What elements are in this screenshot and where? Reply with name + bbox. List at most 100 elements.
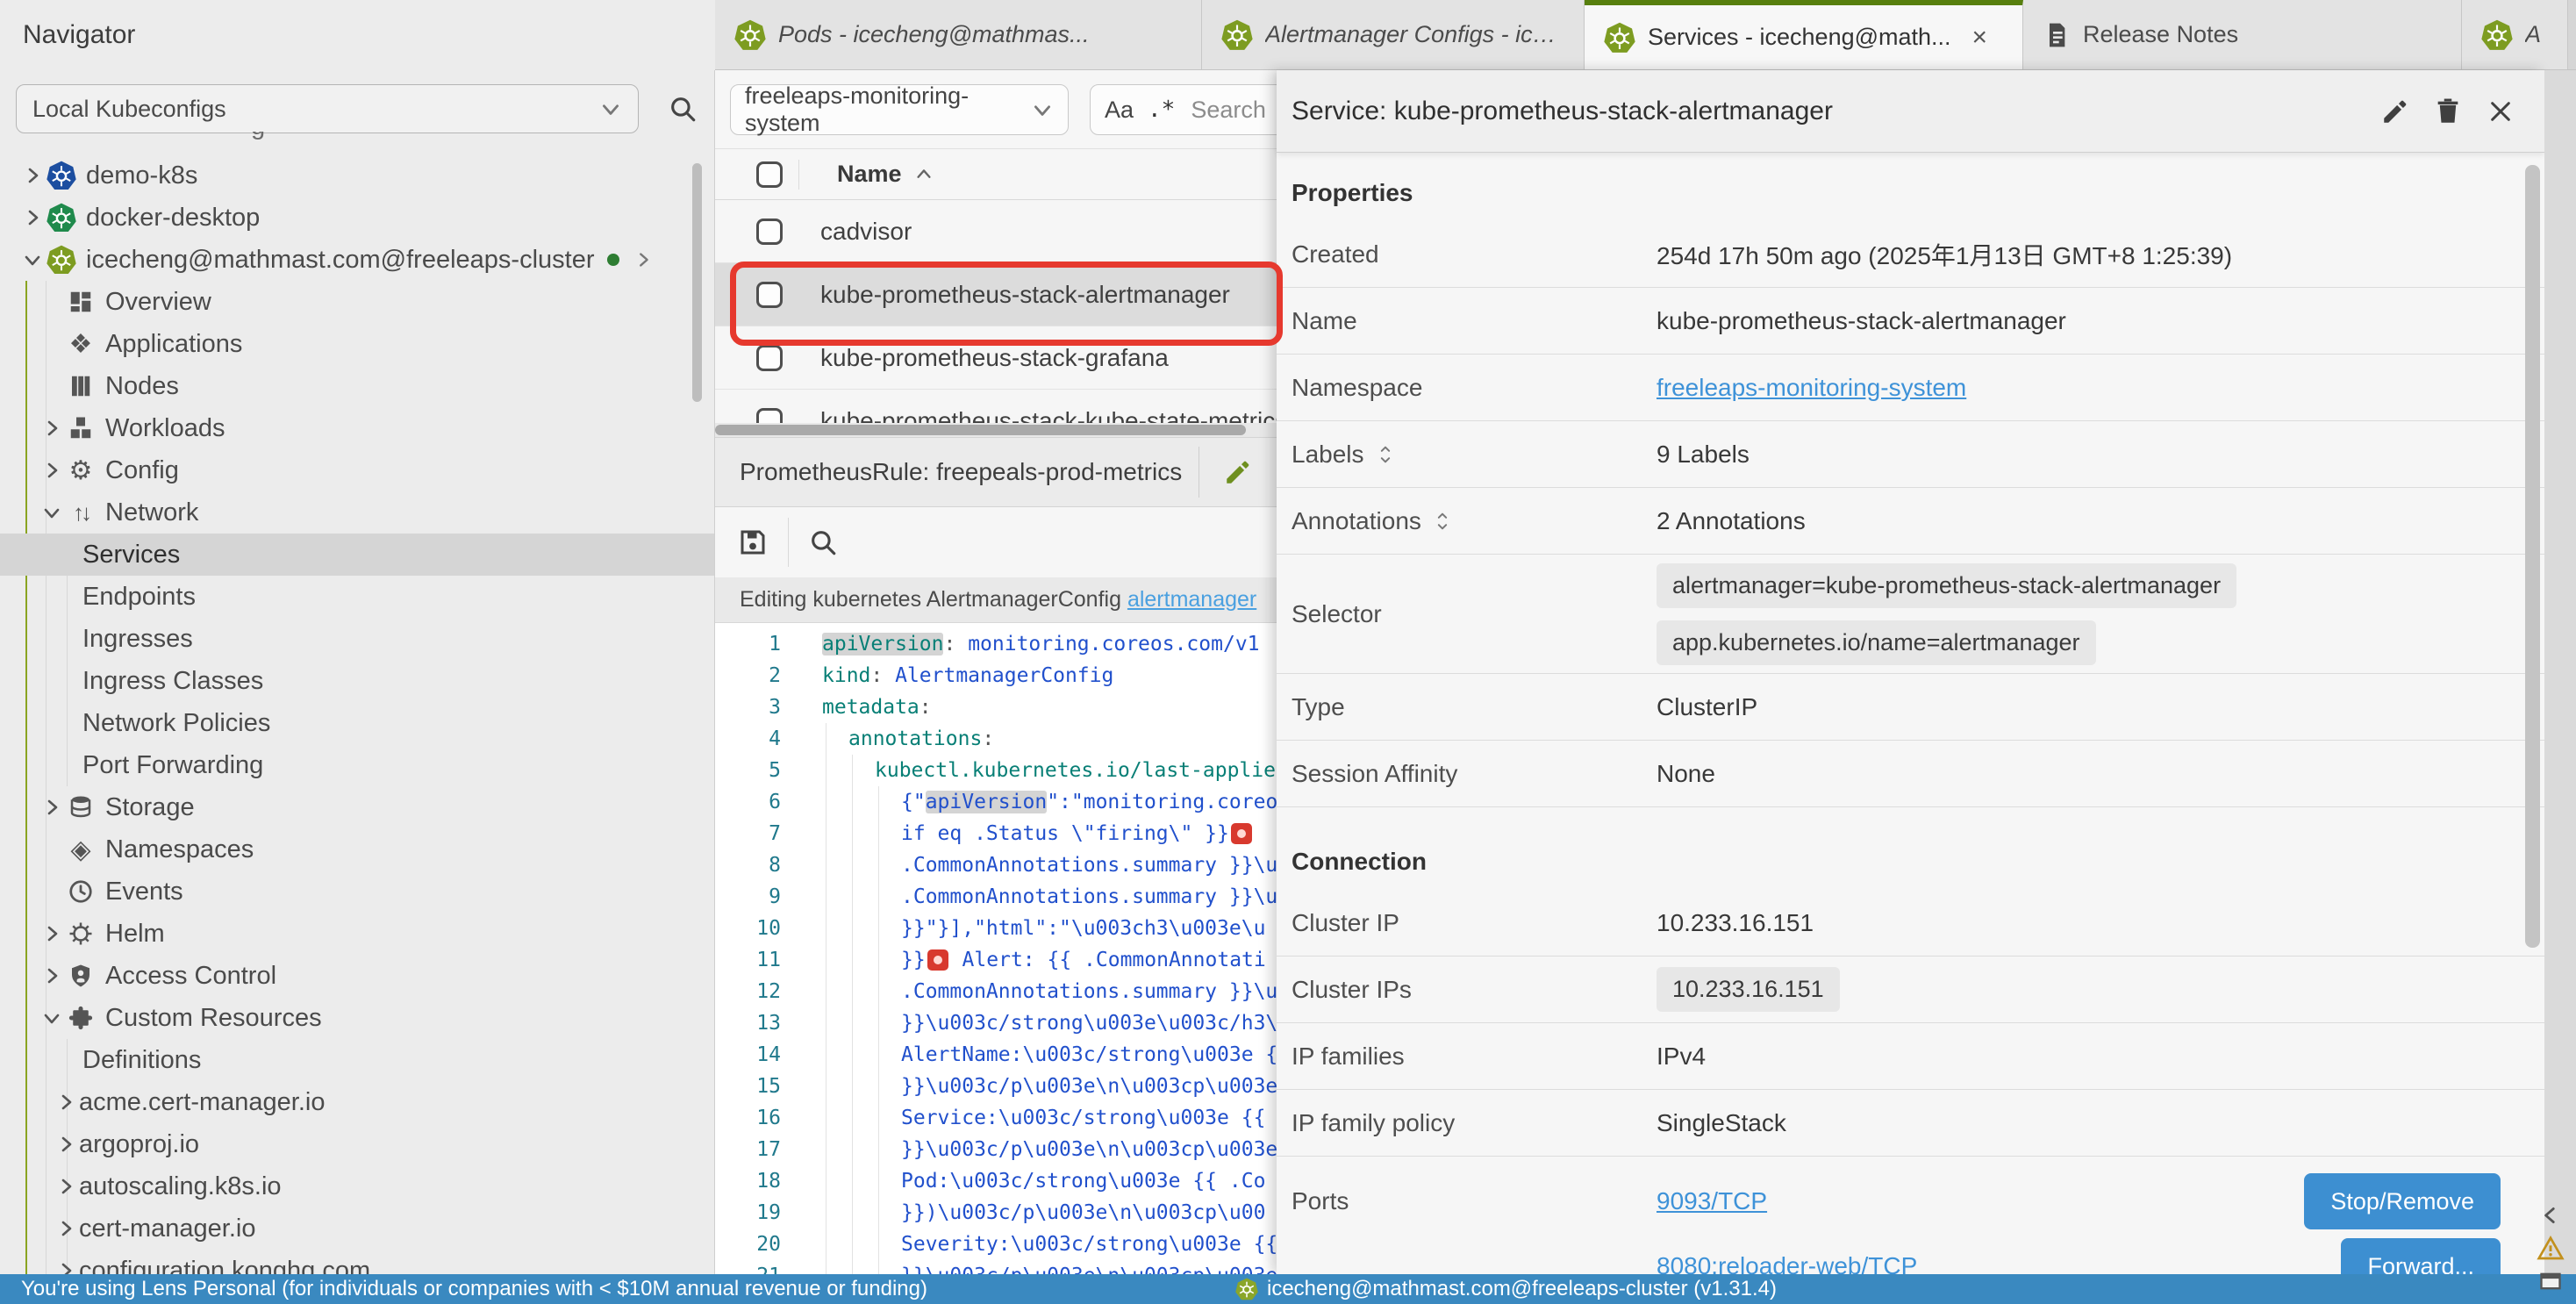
sidebar-item-config[interactable]: ⚙Config (0, 449, 715, 491)
row-checkbox[interactable] (756, 345, 783, 371)
chevron-right-icon[interactable] (19, 165, 46, 186)
sidebar-item-autoscaling-k8s-io[interactable]: autoscaling.k8s.io (0, 1165, 715, 1207)
kubeconfig-select[interactable]: Local Kubeconfigs (16, 84, 639, 133)
warning-icon[interactable] (2537, 1234, 2565, 1262)
sidebar-item-acme-cert-manager-io[interactable]: acme.cert-manager.io (0, 1081, 715, 1123)
chevron-left-icon[interactable] (2539, 1204, 2562, 1227)
search-input[interactable] (1189, 96, 1277, 125)
code-line: 21}}\u003c/p\u003e\n\u003cp\u003e (715, 1260, 1277, 1274)
chevron-right-icon[interactable] (39, 923, 65, 944)
yaml-editor[interactable]: 1apiVersion: monitoring.coreos.com/v12ki… (715, 623, 1277, 1274)
chevron-right-icon[interactable] (53, 1134, 79, 1155)
chevron-right-icon[interactable] (19, 207, 46, 228)
tab-Alertmanager Configs - icec...[interactable]: Alertmanager Configs - icec... (1202, 0, 1585, 69)
chevron-down-icon[interactable] (19, 249, 46, 270)
match-case-toggle[interactable]: Aa (1105, 97, 1134, 124)
sidebar-item-label: Services (82, 541, 180, 570)
edit-pencil-icon[interactable] (1199, 457, 1277, 487)
k8s-green-icon (46, 203, 77, 233)
sidebar-item-argoproj-io[interactable]: argoproj.io (0, 1123, 715, 1165)
close-icon[interactable] (2474, 97, 2527, 125)
sidebar-item-network-policies[interactable]: Network Policies (0, 702, 715, 744)
sidebar-item-services[interactable]: Services (0, 534, 715, 576)
search-icon[interactable] (808, 527, 838, 557)
sidebar-item-docker-desktop[interactable]: docker-desktop (0, 197, 715, 239)
chevron-right-icon[interactable] (39, 965, 65, 986)
k8s-blue-icon (46, 161, 77, 190)
namespace-select[interactable]: freeleaps-monitoring-system (730, 84, 1069, 135)
chevron-right-icon[interactable] (39, 460, 65, 481)
chevron-right-icon[interactable] (53, 1218, 79, 1239)
row-checkbox[interactable] (756, 282, 783, 308)
sidebar-scrollbar[interactable] (692, 163, 702, 402)
tab-A[interactable]: A (2462, 0, 2568, 69)
sidebar-item-endpoints[interactable]: Endpoints (0, 576, 715, 618)
tab-Pods - icecheng@mathmas...[interactable]: Pods - icecheng@mathmas... (715, 0, 1202, 69)
port-link[interactable]: 9093/TCP (1657, 1187, 1767, 1215)
sidebar-item-network[interactable]: ↑↓Network (0, 491, 715, 534)
chevron-right-icon[interactable] (39, 797, 65, 818)
row-checkbox[interactable] (756, 219, 783, 245)
sidebar-item-workloads[interactable]: Workloads (0, 407, 715, 449)
search-icon[interactable] (667, 93, 698, 125)
chevron-down-icon[interactable] (39, 502, 65, 523)
namespace-link[interactable]: freeleaps-monitoring-system (1657, 374, 1966, 402)
sidebar-item-ingress-classes[interactable]: Ingress Classes (0, 660, 715, 702)
sidebar-item-demo-k8s[interactable]: demo-k8s (0, 154, 715, 197)
save-icon[interactable] (737, 527, 769, 558)
sidebar-item-port-forwarding[interactable]: Port Forwarding (0, 744, 715, 786)
sidebar-item-overview[interactable]: Overview (0, 281, 715, 323)
terminal-dock-icon[interactable] (2538, 1269, 2563, 1293)
indent-guide (852, 755, 853, 1274)
select-all-checkbox[interactable] (756, 161, 783, 188)
stop-remove-button[interactable]: Stop/Remove (2304, 1173, 2501, 1229)
sidebar-item-cert-manager-io[interactable]: cert-manager.io (0, 1207, 715, 1250)
editing-banner-link[interactable]: alertmanager (1127, 587, 1256, 612)
sidebar-item-storage[interactable]: Storage (0, 786, 715, 828)
service-name: cadvisor (820, 218, 912, 246)
chevron-right-icon[interactable] (53, 1176, 79, 1197)
sidebar-item-events[interactable]: Events (0, 871, 715, 913)
port-link[interactable]: 8080:reloader-web/TCP (1657, 1252, 1917, 1274)
table-row-kube-prometheus-stack-grafana[interactable]: kube-prometheus-stack-grafana (715, 326, 1277, 390)
edit-pencil-icon[interactable] (2369, 97, 2422, 126)
sidebar-item-helm[interactable]: Helm (0, 913, 715, 955)
code-text: AlertName:\u003c/strong\u003e {{ (901, 1043, 1277, 1066)
sidebar-item-icecheng-mathmast-com-freeleaps-cluster[interactable]: icecheng@mathmast.com@freeleaps-cluster (0, 239, 715, 281)
regex-toggle[interactable]: .* (1148, 97, 1175, 123)
port-row: Ports9093/TCPStop/Remove (1292, 1169, 2501, 1234)
sidebar-item-namespaces[interactable]: ◈Namespaces (0, 828, 715, 871)
editor-toolbar (715, 507, 1277, 577)
close-tab-icon[interactable]: × (1972, 25, 1988, 51)
tab-Services - icecheng@math...[interactable]: Services - icecheng@math...× (1585, 0, 2023, 69)
detail-row-created: Created254d 17h 50m ago (2025年1月13日 GMT+… (1277, 221, 2544, 288)
chevron-down-icon[interactable] (39, 1007, 65, 1028)
sidebar-item-definitions[interactable]: Definitions (0, 1039, 715, 1081)
chevron-right-icon[interactable] (39, 418, 65, 439)
sort-updown-icon[interactable] (1377, 443, 1394, 466)
forward-button[interactable]: Forward... (2341, 1238, 2501, 1274)
drawer-scrollbar[interactable] (2525, 165, 2540, 948)
sidebar-item-custom-resources[interactable]: Custom Resources (0, 997, 715, 1039)
tab-label: A (2525, 21, 2541, 48)
sort-updown-icon[interactable] (1434, 510, 1451, 533)
sidebar-item-applications[interactable]: ❖Applications (0, 323, 715, 365)
column-header-name[interactable]: Name (837, 161, 934, 188)
detail-row-cluster-ips: Cluster IPs10.233.16.151 (1277, 957, 2544, 1023)
delete-trash-icon[interactable] (2422, 97, 2474, 126)
horizontal-scrollbar[interactable] (715, 423, 1277, 437)
code-text: kubectl.kubernetes.io/last-applied-confi… (875, 759, 1277, 782)
tab-Release Notes[interactable]: Release Notes (2023, 0, 2462, 69)
chevron-right-icon[interactable] (633, 250, 653, 269)
active-cluster-status[interactable]: icecheng@mathmast.com@freeleaps-cluster … (1267, 1277, 1777, 1301)
sidebar-item-ingresses[interactable]: Ingresses (0, 618, 715, 660)
chevron-right-icon[interactable] (53, 1092, 79, 1113)
sidebar-item-configuration-konghq-com[interactable]: configuration.konghq.com (0, 1250, 715, 1274)
chevron-right-icon[interactable] (53, 1260, 79, 1274)
table-row-cadvisor[interactable]: cadvisor (715, 200, 1277, 263)
sidebar-item-label: Config (105, 456, 179, 485)
sidebar-item-access-control[interactable]: Access Control (0, 955, 715, 997)
table-row-kube-prometheus-stack-alertmanager[interactable]: kube-prometheus-stack-alertmanager (715, 263, 1277, 326)
sidebar-item-nodes[interactable]: Nodes (0, 365, 715, 407)
clipped-tree-item: g (251, 132, 286, 143)
